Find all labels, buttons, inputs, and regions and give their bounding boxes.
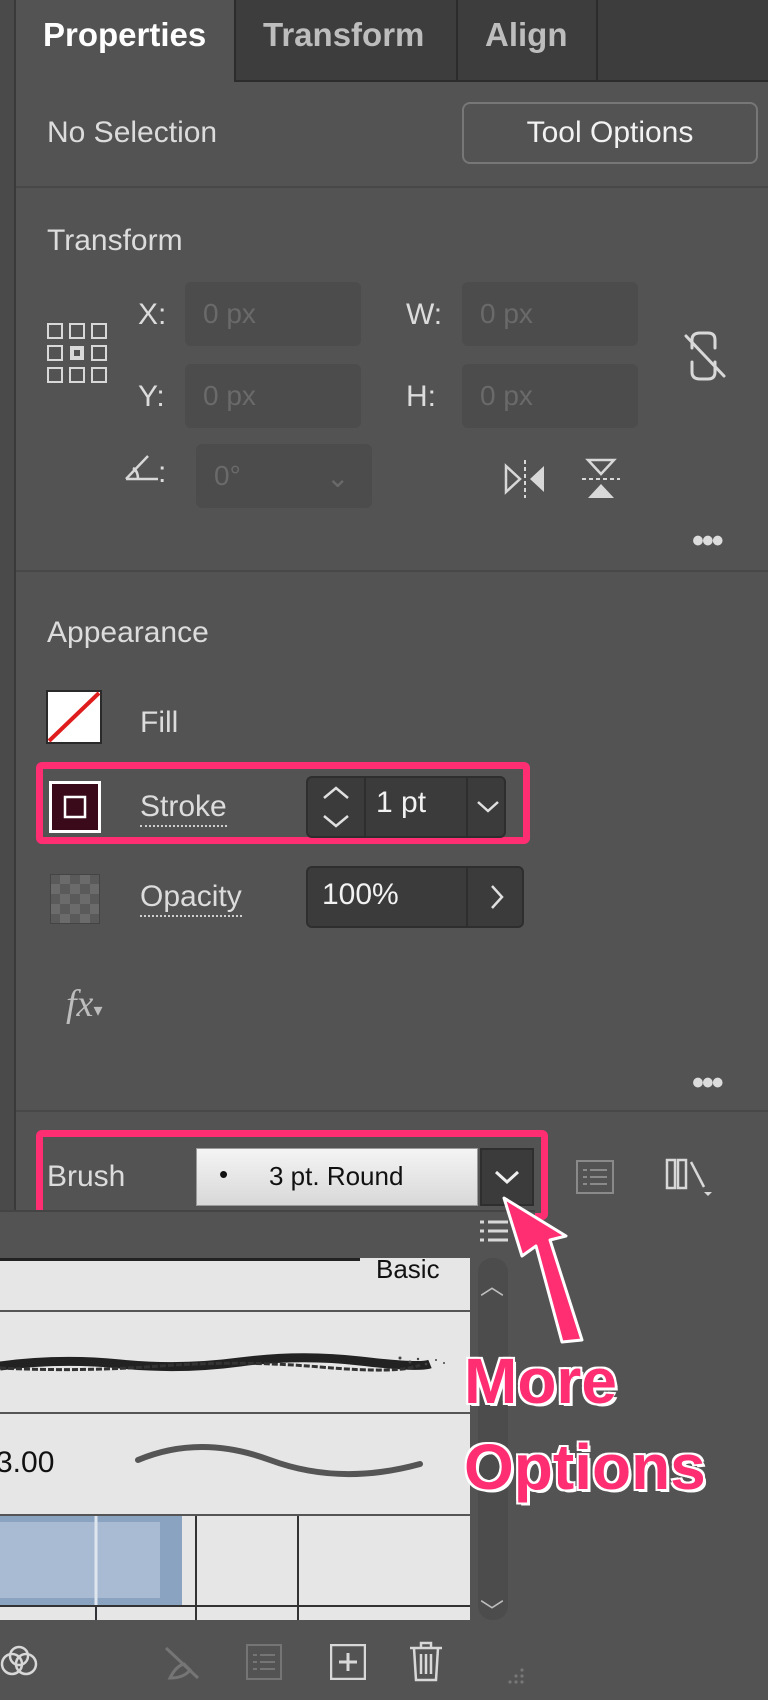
- y-field[interactable]: 0 px: [185, 364, 361, 428]
- brush-libraries-icon[interactable]: [664, 1156, 716, 1198]
- charcoal-brush-row[interactable]: [0, 1312, 470, 1412]
- fx-effects-icon[interactable]: fx▾: [66, 982, 102, 1026]
- transform-more-options-icon[interactable]: •••: [692, 522, 724, 561]
- delete-brush-trash-icon[interactable]: [408, 1640, 444, 1682]
- round-brush-row[interactable]: [130, 1424, 430, 1504]
- stroke-swatch[interactable]: [48, 780, 102, 834]
- brush-library-name: Basic: [376, 1258, 440, 1284]
- resize-grip-icon[interactable]: [496, 1656, 526, 1686]
- brush-preview-dot-icon: •: [219, 1159, 229, 1189]
- angle-icon: [124, 452, 160, 482]
- brush-definition-dropdown[interactable]: • 3 pt. Round: [196, 1148, 478, 1206]
- new-brush-icon[interactable]: [329, 1643, 367, 1681]
- constrain-proportions-link-icon[interactable]: [682, 330, 728, 382]
- fill-none-swatch[interactable]: [46, 690, 102, 744]
- reference-point-icon[interactable]: [46, 322, 108, 384]
- divider: [16, 570, 768, 572]
- stroke-weight-dropdown[interactable]: [466, 778, 508, 836]
- y-label: Y:: [138, 380, 165, 413]
- opacity-label[interactable]: Opacity: [140, 880, 242, 917]
- divider: [16, 1110, 768, 1112]
- stroke-weight-stepper[interactable]: [308, 778, 366, 836]
- chevron-right-icon: [491, 885, 504, 909]
- selection-status: No Selection: [47, 116, 218, 149]
- stroke-label[interactable]: Stroke: [140, 790, 227, 827]
- header-rule: [0, 1258, 360, 1261]
- h-label: H:: [406, 380, 436, 413]
- rotate-angle-value: 0°: [214, 460, 241, 491]
- brush-options-icon: [246, 1644, 282, 1680]
- brush-list: Basic 3.00: [0, 1258, 470, 1620]
- remove-brush-stroke-icon: [162, 1644, 202, 1682]
- stroke-weight-value[interactable]: 1 pt: [376, 786, 426, 820]
- opacity-expand-button[interactable]: [466, 868, 524, 926]
- fill-label[interactable]: Fill: [140, 706, 178, 740]
- transform-section-title: Transform: [47, 224, 183, 257]
- angle-label: :: [158, 456, 167, 489]
- flip-vertical-icon[interactable]: [580, 456, 622, 502]
- brush-selected-value: 3 pt. Round: [269, 1161, 404, 1191]
- appearance-more-options-icon[interactable]: •••: [692, 1064, 724, 1103]
- tab-transform[interactable]: Transform: [236, 0, 458, 80]
- brush-options-list-icon[interactable]: [576, 1160, 614, 1194]
- pattern-brush-row[interactable]: [0, 1516, 470, 1620]
- chevron-down-icon: [477, 801, 499, 813]
- tool-options-button[interactable]: Tool Options: [462, 102, 758, 164]
- opacity-checker-icon[interactable]: [50, 874, 100, 924]
- libraries-cloud-icon[interactable]: [0, 1642, 44, 1682]
- rotate-angle-field[interactable]: 0° ⌄: [196, 444, 372, 508]
- annotation-text-line2: Options: [464, 1431, 706, 1503]
- row-divider: [0, 1412, 470, 1414]
- annotation-arrow: [496, 1190, 616, 1360]
- h-field[interactable]: 0 px: [462, 364, 638, 428]
- chevron-down-icon[interactable]: ⌄: [326, 446, 349, 510]
- tab-properties[interactable]: Properties: [16, 0, 236, 82]
- divider: [16, 186, 768, 188]
- flip-horizontal-icon[interactable]: [502, 458, 548, 500]
- tab-align[interactable]: Align: [458, 0, 598, 80]
- appearance-section-title: Appearance: [47, 616, 209, 649]
- annotation-text-line1: More: [464, 1345, 617, 1417]
- x-field[interactable]: 0 px: [185, 282, 361, 346]
- brush-size-value: 3.00: [0, 1446, 55, 1479]
- w-field[interactable]: 0 px: [462, 282, 638, 346]
- scroll-down-icon[interactable]: ﹀: [480, 1592, 504, 1627]
- x-label: X:: [138, 298, 167, 331]
- brush-label: Brush: [47, 1160, 126, 1193]
- opacity-value[interactable]: 100%: [322, 878, 399, 912]
- w-label: W:: [406, 298, 443, 331]
